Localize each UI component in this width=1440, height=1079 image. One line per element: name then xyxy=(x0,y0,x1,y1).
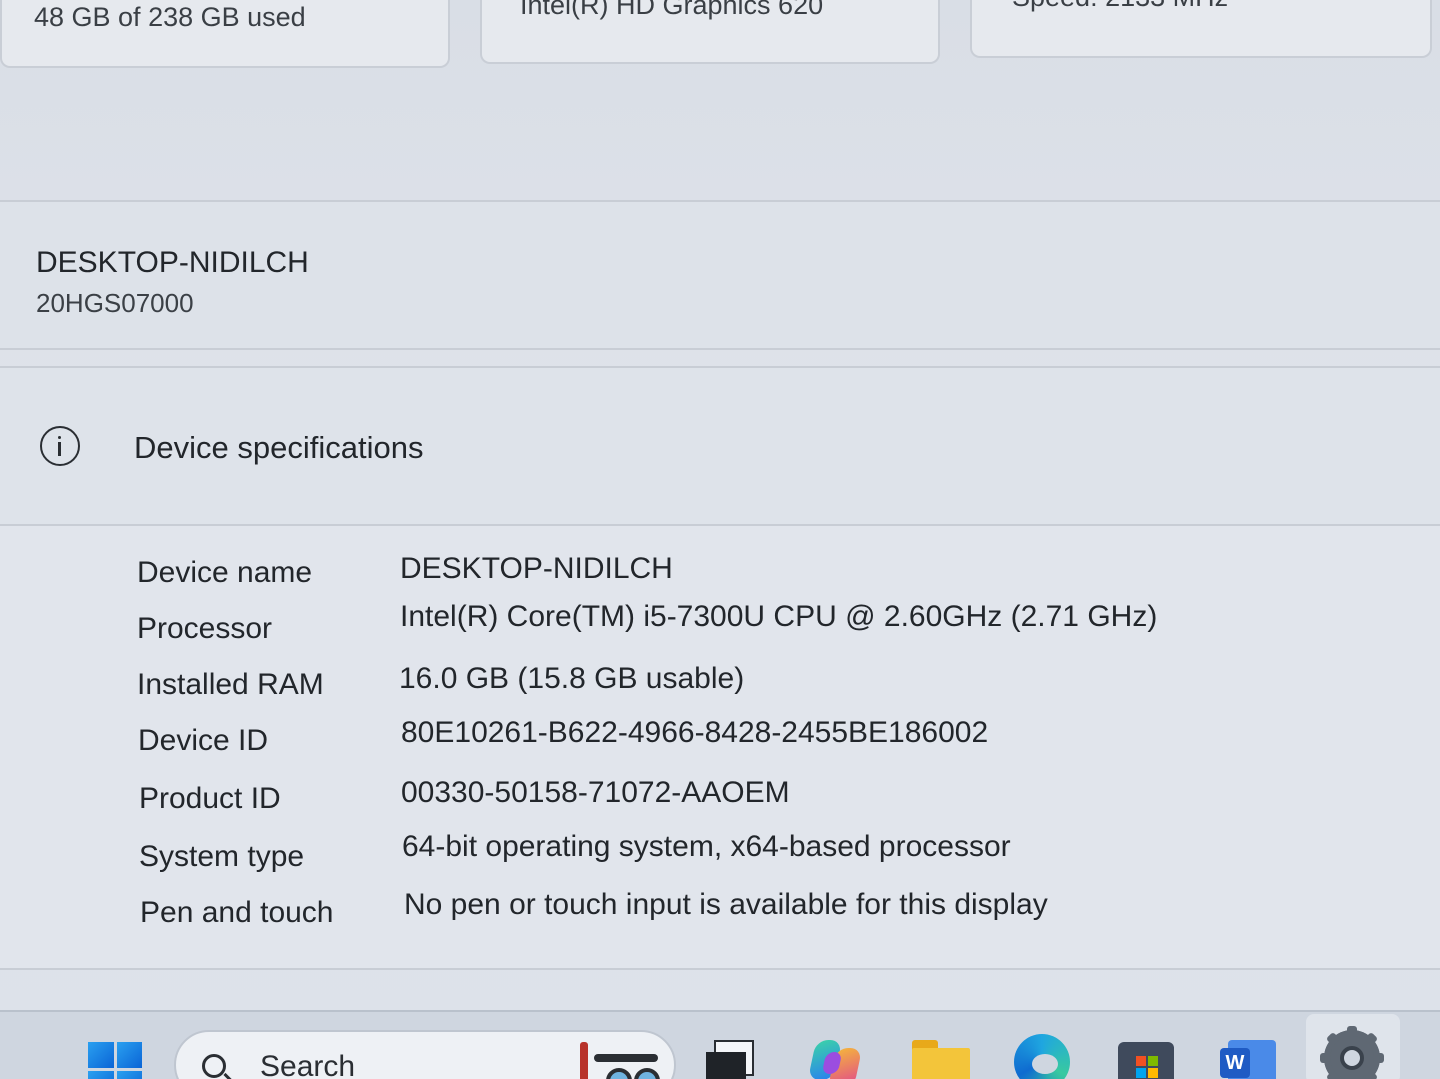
pc-name: DESKTOP-NIDILCH xyxy=(36,246,309,279)
settings-screen: 48 GB of 238 GB used Intel(R) HD Graphic… xyxy=(0,0,1440,1079)
spec-value[interactable]: 64-bit operating system, x64-based proce… xyxy=(402,830,1011,864)
device-specifications-title: Device specifications xyxy=(134,430,424,465)
search-icon xyxy=(202,1054,226,1078)
word-icon[interactable]: W xyxy=(1220,1034,1276,1079)
taskbar-search-box[interactable]: Search xyxy=(174,1030,676,1079)
windows-start-icon[interactable] xyxy=(88,1042,142,1079)
spec-label: Processor xyxy=(137,612,273,645)
pc-model: 20HGS07000 xyxy=(36,288,194,318)
storage-usage-text: 48 GB of 238 GB used xyxy=(34,2,306,32)
search-label: Search xyxy=(260,1050,356,1079)
storage-card[interactable]: 48 GB of 238 GB used xyxy=(0,0,450,68)
info-icon xyxy=(40,426,80,466)
edge-browser-icon[interactable] xyxy=(1014,1034,1070,1079)
spec-row-pen-and-touch: Pen and touch No pen or touch input is a… xyxy=(0,888,1440,952)
spec-label: Product ID xyxy=(139,782,281,815)
settings-icon[interactable] xyxy=(1320,1026,1384,1079)
spec-label: Device name xyxy=(137,556,313,589)
device-specifications-list: Device name DESKTOP-NIDILCH Processor In… xyxy=(0,526,1440,970)
spec-value[interactable]: 00330-50158-71072-AAOEM xyxy=(401,776,790,810)
graphics-card-text: Intel(R) HD Graphics 620 xyxy=(520,0,824,20)
spec-label: Device ID xyxy=(138,724,269,757)
file-explorer-icon[interactable] xyxy=(912,1034,970,1079)
memory-speed-text: Speed: 2133 MHz xyxy=(1012,0,1228,13)
spec-label: System type xyxy=(139,840,305,873)
spec-value[interactable]: DESKTOP-NIDILCH xyxy=(400,552,673,586)
spec-value[interactable]: 80E10261-B622-4966-8428-2455BE186002 xyxy=(401,716,988,750)
spec-row-processor: Processor Intel(R) Core(TM) i5-7300U CPU… xyxy=(0,600,1440,666)
microsoft-store-icon[interactable] xyxy=(1118,1034,1174,1079)
device-specifications-header[interactable]: Device specifications xyxy=(0,366,1440,526)
spec-value[interactable]: Intel(R) Core(TM) i5-7300U CPU @ 2.60GHz… xyxy=(400,600,1157,634)
memory-card[interactable]: Speed: 2133 MHz xyxy=(970,0,1432,58)
graphics-card[interactable]: Intel(R) HD Graphics 620 xyxy=(480,0,940,64)
device-name-panel: DESKTOP-NIDILCH 20HGS07000 xyxy=(0,200,1440,350)
spec-value[interactable]: No pen or touch input is available for t… xyxy=(404,888,1048,922)
hardware-cards-row: 48 GB of 238 GB used Intel(R) HD Graphic… xyxy=(0,0,1440,80)
spec-row-device-id: Device ID 80E10261-B622-4966-8428-2455BE… xyxy=(0,716,1440,782)
word-letter: W xyxy=(1220,1048,1250,1078)
taskbar: Search W xyxy=(0,1010,1440,1079)
spec-label: Pen and touch xyxy=(140,896,334,929)
copilot-icon[interactable] xyxy=(807,1034,864,1079)
task-view-icon[interactable] xyxy=(706,1034,762,1079)
widgets-icon[interactable] xyxy=(576,1042,666,1079)
spec-value[interactable]: 16.0 GB (15.8 GB usable) xyxy=(399,662,744,696)
spec-label: Installed RAM xyxy=(137,668,324,701)
